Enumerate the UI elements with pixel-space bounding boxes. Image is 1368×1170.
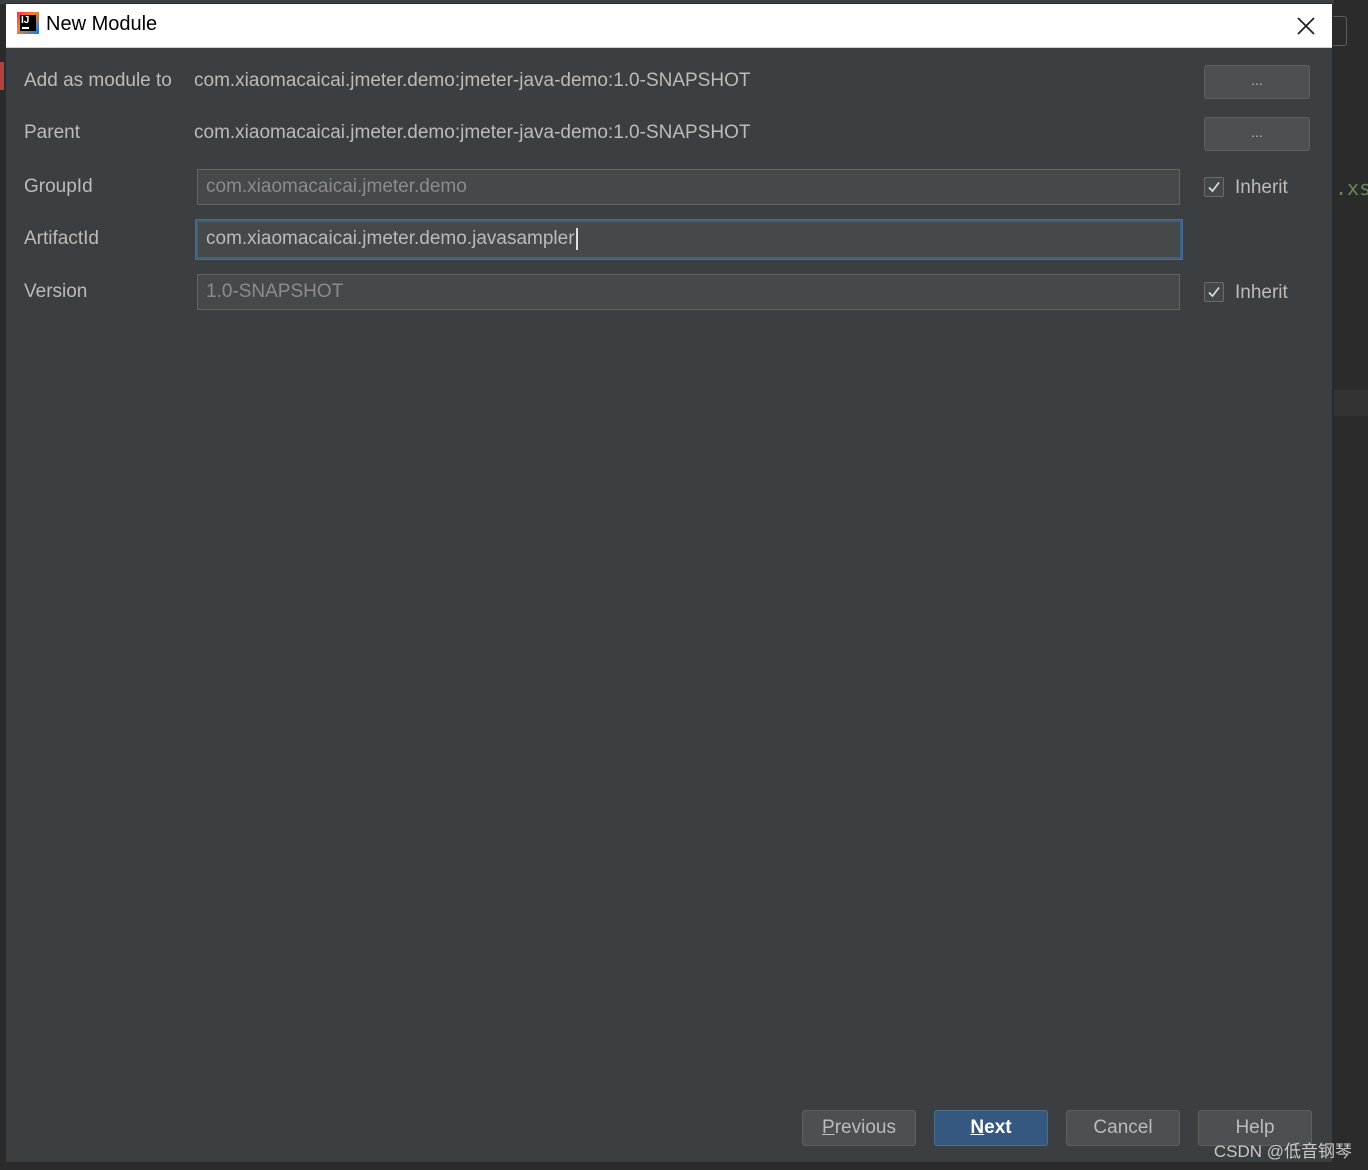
version-field-value: 1.0-SNAPSHOT [206,281,344,302]
artifactid-label: ArtifactId [24,228,99,249]
background-code-fragment: .xs [1335,176,1368,200]
previous-mnemonic: P [822,1117,835,1138]
previous-button[interactable]: Previous [802,1110,916,1146]
add-as-module-browse-button[interactable]: ... [1204,65,1310,99]
version-inherit-label[interactable]: Inherit [1235,282,1288,304]
dialog-title: New Module [46,13,158,35]
version-label: Version [24,281,88,302]
version-field[interactable]: 1.0-SNAPSHOT [197,274,1180,310]
artifactid-field-value: com.xiaomacaicai.jmeter.demo.javasampler [206,228,575,249]
watermark: CSDN @低音钢琴 [1213,1142,1352,1161]
groupid-label: GroupId [24,176,93,197]
checkmark-icon [1208,286,1220,298]
version-inherit-checkbox[interactable] [1204,282,1224,302]
parent-label: Parent [24,122,80,143]
next-button[interactable]: Next [934,1110,1048,1146]
groupid-inherit-label[interactable]: Inherit [1235,177,1288,199]
close-icon[interactable] [1292,12,1320,40]
groupid-field-value: com.xiaomacaicai.jmeter.demo [206,176,467,197]
next-label: ext [984,1117,1012,1138]
artifactid-field[interactable]: com.xiaomacaicai.jmeter.demo.javasampler [196,220,1182,259]
checkmark-icon [1208,181,1220,193]
new-module-dialog: IJ New Module Add as module to com.xiaom… [5,3,1333,1163]
title-bar: IJ New Module [6,4,1332,48]
cancel-button[interactable]: Cancel [1066,1110,1180,1146]
previous-label: revious [834,1117,896,1138]
parent-browse-button[interactable]: ... [1204,117,1310,151]
background-left-marker [0,62,4,90]
text-caret [575,227,578,250]
next-mnemonic: N [970,1117,985,1138]
add-as-module-to-label: Add as module to [24,70,172,91]
groupid-field[interactable]: com.xiaomacaicai.jmeter.demo [197,169,1180,205]
groupid-inherit-checkbox[interactable] [1204,177,1224,197]
background-editor-highlight [1334,390,1368,416]
parent-value: com.xiaomacaicai.jmeter.demo:jmeter-java… [194,122,751,143]
add-as-module-to-value: com.xiaomacaicai.jmeter.demo:jmeter-java… [194,70,751,91]
intellij-idea-icon: IJ [17,12,39,34]
